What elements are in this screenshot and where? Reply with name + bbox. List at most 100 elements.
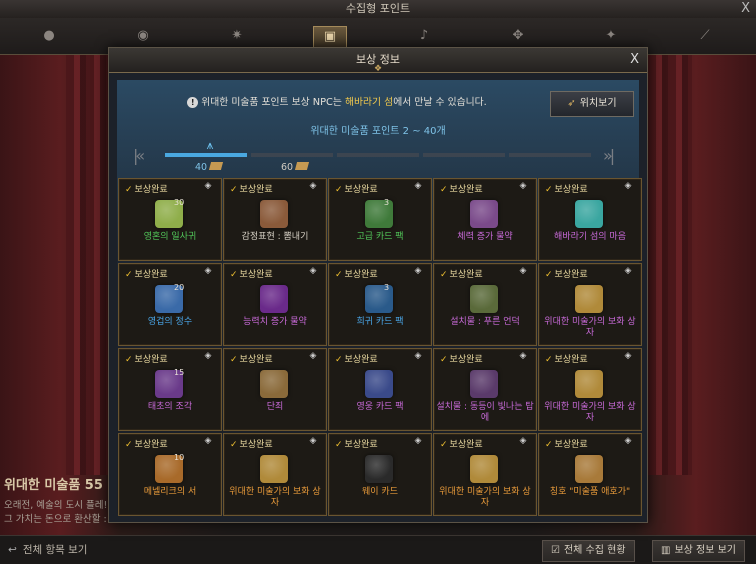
reward-card[interactable]: ✓ 보상완료 ◈ 위대한 미술가의 보화 상자 <box>433 433 537 516</box>
reward-card[interactable]: ✓ 보상완료 ◈ 해바라기 섬의 마음 <box>538 178 642 261</box>
reward-status-label: 보상완료 <box>554 440 588 450</box>
reward-name: 위대한 미술가의 보화 상자 <box>544 317 636 338</box>
emblem-icon: ◈ <box>309 266 317 276</box>
modal-body: ! 위대한 미술품 포인트 보상 NPC는 해바라기 섬에서 만날 수 있습니다.… <box>117 80 642 516</box>
check-icon: ✓ <box>335 440 343 450</box>
reward-card[interactable]: ✓ 보상완료 ◈ 단죄 <box>223 348 327 431</box>
reward-card[interactable]: ✓ 보상완료 ◈ 위대한 미술가의 보화 상자 <box>223 433 327 516</box>
check-icon: ✓ <box>545 270 553 280</box>
reward-name: 고급 카드 팩 <box>356 232 404 242</box>
reward-card[interactable]: ✓ 보상완료 ◈ 능력치 증가 물약 <box>223 263 327 346</box>
window-title-bar: 수집형 포인트 X <box>0 0 756 19</box>
pin-icon: ➶ <box>567 98 576 109</box>
curtain-left <box>66 55 110 475</box>
curtain-right <box>648 55 692 475</box>
reward-status: ✓ 보상완료 <box>125 182 168 195</box>
reward-status: ✓ 보상완료 <box>125 437 168 450</box>
check-icon: ✓ <box>125 185 133 195</box>
return-icon: ↩ <box>8 544 17 556</box>
reward-status: ✓ 보상완료 <box>335 182 378 195</box>
reward-item-icon <box>470 200 498 228</box>
point-range-text: 위대한 미술품 포인트 2 ~ 40개 <box>310 126 446 137</box>
check-icon: ✓ <box>545 440 553 450</box>
last-page-icon[interactable]: ››| <box>603 146 615 165</box>
check-icon: ✓ <box>125 440 133 450</box>
first-page-icon[interactable]: |‹‹ <box>133 146 145 165</box>
tab-sword[interactable]: ⟋ <box>690 24 720 48</box>
reward-card[interactable]: ✓ 보상완료 ◈ 설치물 : 동등이 빛나는 탑에 <box>433 348 537 431</box>
tab-crest[interactable]: ✥ <box>503 24 533 48</box>
view-all-items-button[interactable]: ↩ 전체 항목 보기 <box>8 542 87 557</box>
check-icon: ✓ <box>335 355 343 365</box>
check-icon: ✓ <box>230 185 238 195</box>
window-close-button[interactable]: X <box>741 0 750 18</box>
reward-info-button[interactable]: ▥ 보상 정보 보기 <box>652 540 746 562</box>
sun-icon: ✷ <box>231 28 243 43</box>
emblem-icon: ◈ <box>624 181 632 191</box>
info-suffix: 에서 만날 수 있습니다. <box>393 97 487 108</box>
reward-card[interactable]: ✓ 보상완료 ◈ 설치물 : 푸른 언덕 <box>433 263 537 346</box>
reward-status-label: 보상완료 <box>344 440 378 450</box>
reward-card[interactable]: ✓ 보상완료 ◈ 감정표현 : 뽐내기 <box>223 178 327 261</box>
emblem-icon: ◈ <box>519 181 527 191</box>
progress-segment <box>337 153 419 157</box>
reward-item-icon <box>365 370 393 398</box>
reward-status: ✓ 보상완료 <box>440 437 483 450</box>
check-icon: ✓ <box>545 355 553 365</box>
check-icon: ✓ <box>335 270 343 280</box>
emblem-icon: ◈ <box>309 436 317 446</box>
reward-status: ✓ 보상완료 <box>545 437 588 450</box>
tab-sphere[interactable]: ● <box>34 24 64 48</box>
reward-item-icon <box>470 285 498 313</box>
tier-value: 60 <box>281 162 294 173</box>
tab-leaf[interactable]: ✦ <box>596 24 626 48</box>
emblem-icon: ◈ <box>414 266 422 276</box>
ornament-icon: ❖ <box>373 64 383 74</box>
reward-status: ✓ 보상완료 <box>440 352 483 365</box>
tier-value: 40 <box>195 162 208 173</box>
reward-card[interactable]: ✓ 보상완료 ◈ 체력 증가 물약 <box>433 178 537 261</box>
emblem-icon: ◈ <box>624 436 632 446</box>
reward-card[interactable]: ✓ 보상완료 ◈ 칭호 "미술품 애호가" <box>538 433 642 516</box>
sphere-icon: ● <box>43 28 55 43</box>
reward-name: 메넬리크의 서 <box>143 487 197 497</box>
progress-segment <box>165 153 247 157</box>
tab-painting[interactable]: ▣ <box>313 26 347 48</box>
emblem-icon: ◈ <box>309 181 317 191</box>
music-note-icon: ♪ <box>419 28 429 43</box>
reward-card[interactable]: ✓ 보상완료 ◈ 10 메넬리크의 서 <box>118 433 222 516</box>
progress-segment <box>251 153 333 157</box>
emblem-icon: ◈ <box>204 436 212 446</box>
reward-card[interactable]: ✓ 보상완료 ◈ 20 영겁의 정수 <box>118 263 222 346</box>
view-location-button[interactable]: ➶ 위치보기 <box>550 91 634 117</box>
tab-orb[interactable]: ◉ <box>128 24 158 48</box>
reward-quantity: 3 <box>384 283 390 292</box>
reward-card[interactable]: ✓ 보상완료 ◈ 웨이 카드 <box>328 433 432 516</box>
reward-name: 단죄 <box>266 402 284 412</box>
reward-card[interactable]: ✓ 보상완료 ◈ 위대한 미술가의 보화 상자 <box>538 348 642 431</box>
reward-status-label: 보상완료 <box>239 355 273 365</box>
ticket-icon <box>209 162 224 170</box>
reward-item-icon <box>260 200 288 228</box>
collect-status-button[interactable]: ☑ 전체 수집 현황 <box>542 540 635 562</box>
reward-card[interactable]: ✓ 보상완료 ◈ 30 영혼의 일사귀 <box>118 178 222 261</box>
orb-icon: ◉ <box>137 28 149 43</box>
reward-card[interactable]: ✓ 보상완료 ◈ 영웅 카드 팩 <box>328 348 432 431</box>
check-icon: ✓ <box>440 355 448 365</box>
modal-close-button[interactable]: X <box>630 48 639 72</box>
reward-card[interactable]: ✓ 보상완료 ◈ 3 희귀 카드 팩 <box>328 263 432 346</box>
emblem-icon: ◈ <box>624 351 632 361</box>
emblem-icon: ◈ <box>204 351 212 361</box>
reward-card[interactable]: ✓ 보상완료 ◈ 3 고급 카드 팩 <box>328 178 432 261</box>
tab-sun[interactable]: ✷ <box>222 24 252 48</box>
reward-status-label: 보상완료 <box>239 270 273 280</box>
reward-card[interactable]: ✓ 보상완료 ◈ 15 태초의 조각 <box>118 348 222 431</box>
reward-card[interactable]: ✓ 보상완료 ◈ 위대한 미술가의 보화 상자 <box>538 263 642 346</box>
tab-music[interactable]: ♪ <box>409 24 439 48</box>
reward-name: 웨이 카드 <box>362 487 398 497</box>
npc-info-text: ! 위대한 미술품 포인트 보상 NPC는 해바라기 섬에서 만날 수 있습니다. <box>117 94 557 108</box>
reward-status-label: 보상완료 <box>449 185 483 195</box>
reward-status: ✓ 보상완료 <box>545 352 588 365</box>
reward-item-icon <box>260 455 288 483</box>
reward-name: 영웅 카드 팩 <box>356 402 404 412</box>
